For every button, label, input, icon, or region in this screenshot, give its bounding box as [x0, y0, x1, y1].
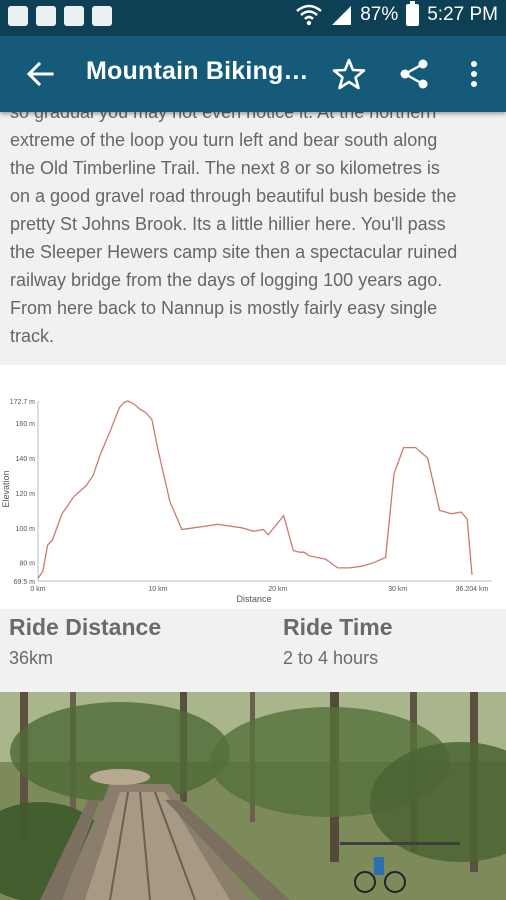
trail-description: so gradual you may not even notice it. A…: [10, 98, 500, 350]
bridge-forest-image: [0, 692, 506, 900]
page-title: Mountain Biking…: [86, 57, 309, 85]
description-line: railway bridge from the days of logging …: [10, 270, 443, 290]
favorite-star-icon[interactable]: [331, 56, 367, 92]
x-tick-label: 0 km: [30, 586, 45, 593]
elevation-line: [37, 400, 473, 579]
gallery-notification-icon: [8, 6, 28, 26]
battery-percent: 87%: [360, 4, 399, 25]
ride-stats: Ride Distance 36km Ride Time 2 to 4 hour…: [0, 610, 506, 692]
y-axis-label: Elevation: [1, 470, 11, 507]
save-notification-icon: [36, 6, 56, 26]
ride-distance-label: Ride Distance: [9, 614, 162, 640]
description-line: extreme of the loop you turn left and be…: [10, 130, 438, 150]
x-tick-label: 20 km: [268, 586, 287, 593]
y-tick-label: 160 m: [16, 421, 36, 428]
description-line: the Old Timberline Trail. The next 8 or …: [10, 158, 440, 178]
x-axis-label: Distance: [236, 594, 271, 604]
trail-content[interactable]: so gradual you may not even notice it. A…: [0, 102, 506, 900]
y-tick-label: 172.7 m: [10, 399, 35, 406]
signal-icon: [332, 6, 352, 25]
elevation-chart-card: 69.5 m 80 m 100 m 120 m 140 m 160 m 172.7 m 0 k…: [0, 365, 506, 609]
description-line: From here back to Nannup is mostly fairl…: [10, 298, 438, 318]
status-bar: 87% 5:27 PM: [0, 0, 506, 36]
description-line: on a good gravel road through beautiful …: [10, 186, 457, 206]
elevation-chart: 69.5 m 80 m 100 m 120 m 140 m 160 m 172.7 m 0 k…: [1, 399, 492, 604]
app-bar: Mountain Biking…: [0, 36, 506, 112]
x-tick-label: 30 km: [388, 586, 407, 593]
ride-time-value: 2 to 4 hours: [283, 648, 379, 668]
y-tick-label: 120 m: [16, 491, 36, 498]
more-options-icon[interactable]: [462, 56, 486, 92]
y-tick-label: 100 m: [16, 526, 36, 533]
trail-photo[interactable]: [0, 692, 506, 900]
ride-distance-value: 36km: [9, 648, 54, 668]
description-line: track.: [10, 326, 55, 346]
y-tick-label: 140 m: [16, 456, 36, 463]
x-tick-label: 36.204 km: [456, 586, 489, 593]
back-arrow-icon[interactable]: [22, 56, 58, 92]
share-icon[interactable]: [396, 56, 432, 92]
y-tick-label: 80 m: [19, 561, 35, 568]
clock: 5:27 PM: [427, 4, 498, 25]
x-tick-label: 10 km: [148, 586, 167, 593]
y-tick-label: 69.5 m: [14, 579, 36, 586]
wifi-icon: [296, 4, 323, 26]
description-line: the Sleeper Hewers camp site then a spec…: [10, 242, 458, 262]
description-line: pretty St Johns Brook. Its a little hill…: [10, 214, 446, 234]
battery-icon: [406, 1, 420, 26]
clipboard-check-icon: [92, 6, 112, 26]
ride-time-label: Ride Time: [283, 614, 393, 640]
clipboard-check-icon: [64, 6, 84, 26]
